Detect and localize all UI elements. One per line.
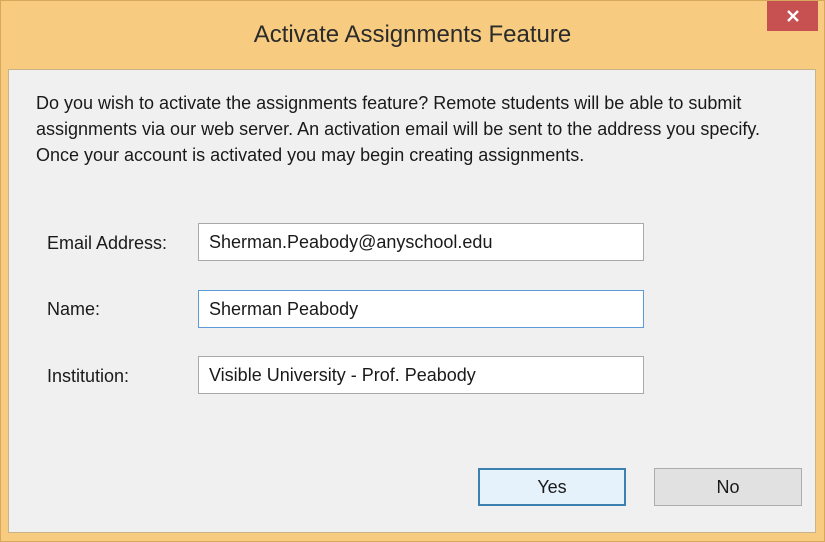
close-icon: [786, 10, 799, 22]
no-button[interactable]: No: [654, 468, 802, 506]
dialog-title: Activate Assignments Feature: [253, 21, 572, 48]
close-button[interactable]: [767, 1, 818, 31]
email-label: Email Address:: [47, 233, 168, 253]
yes-button[interactable]: Yes: [478, 468, 626, 506]
name-field[interactable]: [198, 290, 644, 328]
name-label: Name:: [47, 299, 101, 319]
email-field[interactable]: [198, 223, 644, 261]
institution-label: Institution:: [47, 366, 130, 386]
dialog-message: Do you wish to activate the assignments …: [36, 93, 761, 165]
institution-field[interactable]: [198, 356, 644, 394]
